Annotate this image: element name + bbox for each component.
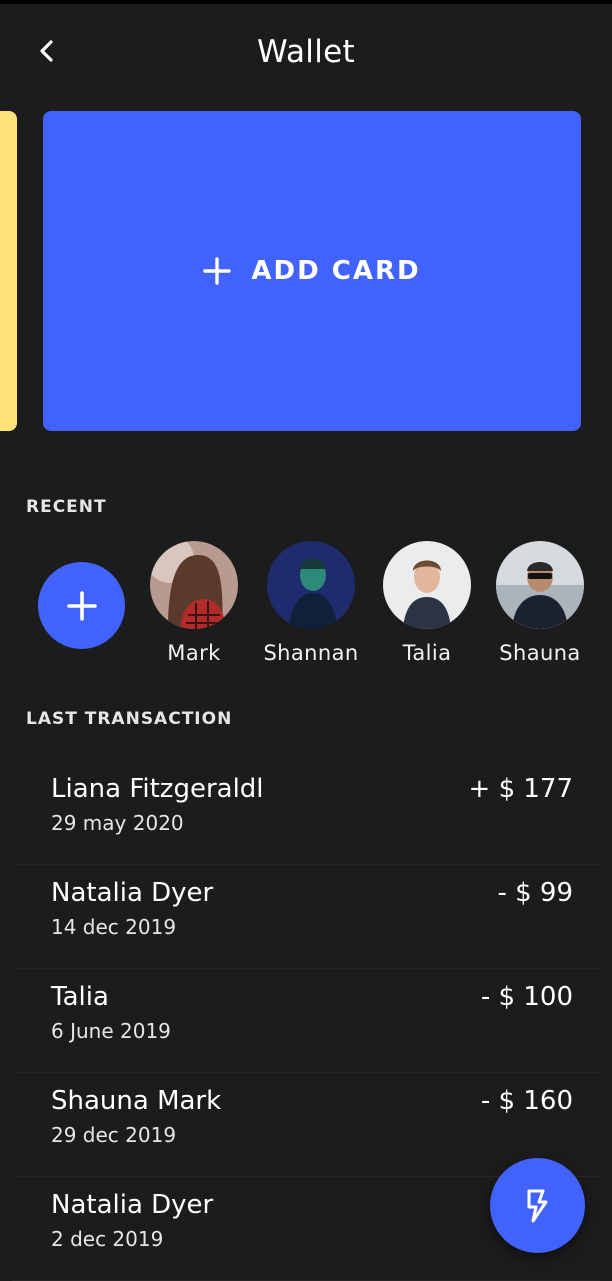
peek-card[interactable]: [0, 111, 17, 431]
transaction-row[interactable]: Talia 6 June 2019 - $ 100: [12, 968, 600, 1073]
contact-name: Shauna: [499, 641, 581, 665]
top-edge: [0, 0, 612, 4]
transaction-name: Liana Fitzgeraldl: [51, 774, 264, 804]
contact-name: Shannan: [263, 641, 359, 665]
transaction-name: Natalia Dyer: [51, 1190, 214, 1220]
transaction-date: 14 dec 2019: [51, 915, 177, 939]
contact-talia[interactable]: Talia: [372, 541, 482, 667]
transaction-date: 29 may 2020: [51, 811, 184, 835]
add-card-button[interactable]: ADD CARD: [43, 111, 581, 431]
avatar: [267, 541, 355, 629]
contact-shauna[interactable]: Shauna: [485, 541, 595, 667]
contact-mark[interactable]: Mark: [139, 541, 249, 667]
transaction-row[interactable]: Natalia Dyer 14 dec 2019 - $ 99: [12, 864, 600, 969]
transaction-date: 2 dec 2019: [51, 1227, 164, 1251]
avatar: [150, 541, 238, 629]
recent-title: RECENT: [26, 497, 107, 517]
contact-name: Mark: [167, 641, 221, 665]
lightning-icon: [527, 1189, 547, 1222]
avatar: [496, 541, 584, 629]
transaction-amount: - $ 100: [480, 982, 573, 1012]
transaction-row[interactable]: Shauna Mark 29 dec 2019 - $ 160: [12, 1072, 600, 1177]
transaction-date: 29 dec 2019: [51, 1123, 177, 1147]
last-transaction-title: LAST TRANSACTION: [26, 709, 233, 729]
add-contact-button[interactable]: [38, 562, 125, 649]
transaction-amount: - $ 160: [480, 1086, 573, 1116]
plus-icon: [66, 590, 97, 621]
avatar: [383, 541, 471, 629]
quick-action-button[interactable]: [490, 1158, 585, 1253]
plus-icon: [203, 257, 232, 285]
contact-name: Talia: [402, 641, 452, 665]
transaction-row[interactable]: Liana Fitzgeraldl 29 may 2020 + $ 177: [12, 760, 600, 865]
transaction-name: Shauna Mark: [51, 1086, 222, 1116]
transaction-amount: - $ 99: [497, 878, 573, 908]
add-card-label: ADD CARD: [251, 256, 421, 286]
transaction-amount: + $ 177: [468, 774, 573, 804]
transaction-date: 6 June 2019: [51, 1019, 171, 1043]
contact-shannan[interactable]: Shannan: [256, 541, 366, 667]
transaction-name: Talia: [51, 982, 109, 1012]
transaction-name: Natalia Dyer: [51, 878, 214, 908]
page-title: Wallet: [257, 34, 355, 70]
